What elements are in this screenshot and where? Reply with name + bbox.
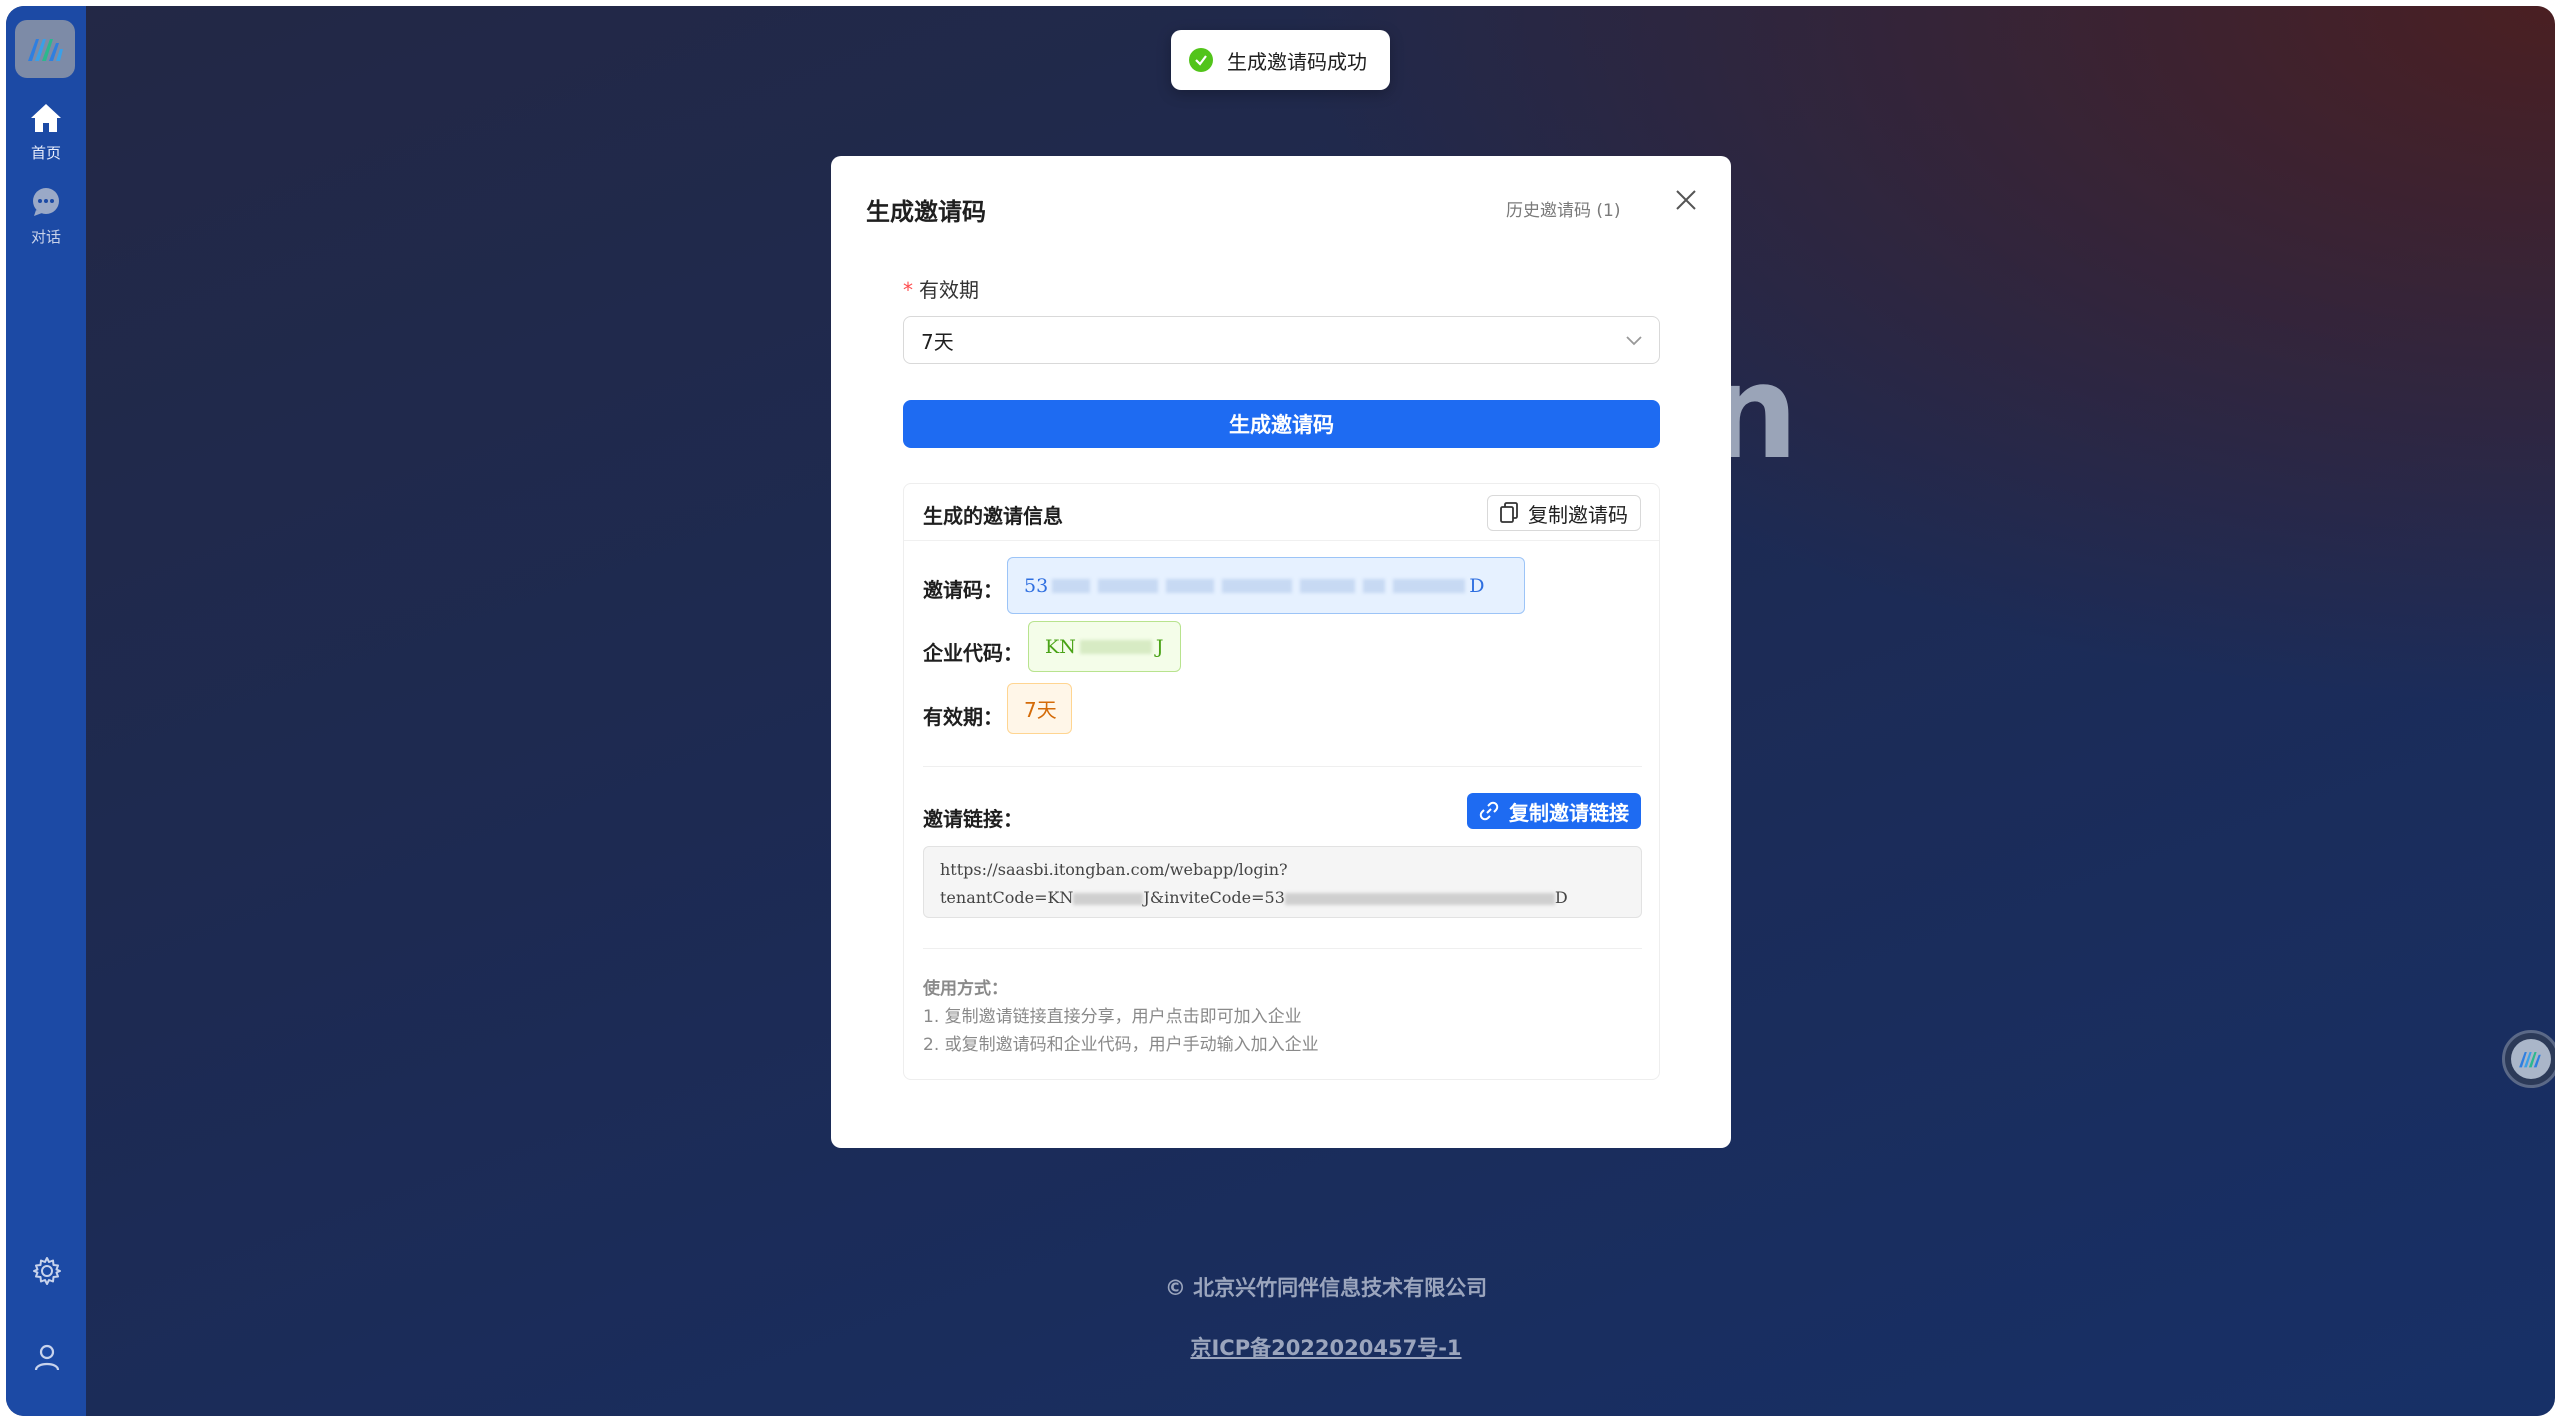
invite-code-label: 邀请码： bbox=[923, 578, 1003, 602]
generate-invite-button[interactable]: 生成邀请码 bbox=[903, 400, 1660, 448]
toast-message: 生成邀请码成功 bbox=[1227, 49, 1367, 74]
copy-invite-code-button[interactable]: 复制邀请码 bbox=[1487, 495, 1641, 531]
history-invite-link[interactable]: 历史邀请码 (1) bbox=[1506, 196, 1620, 221]
invite-info-card: 生成的邀请信息 复制邀请码 邀请码： 53 D 企业代码： KN J 有效期： … bbox=[903, 483, 1660, 1080]
divider bbox=[923, 948, 1642, 949]
chat-icon bbox=[33, 188, 59, 216]
invite-link-line-2: tenantCode=KN J&inviteCode=53 D bbox=[940, 888, 1568, 907]
invite-link-label: 邀请链接： bbox=[923, 807, 1023, 831]
card-title: 生成的邀请信息 bbox=[923, 504, 1063, 528]
copy-invite-link-label: 复制邀请链接 bbox=[1509, 800, 1629, 825]
footer-copyright: © 北京兴竹同伴信息技术有限公司 bbox=[1164, 1276, 1488, 1300]
enterprise-code-value[interactable]: KN J bbox=[1028, 621, 1181, 672]
validity-label: 有效期： bbox=[923, 705, 1003, 729]
close-icon bbox=[1676, 190, 1696, 210]
sidebar: 首页 对话 bbox=[6, 6, 86, 1416]
sidebar-item-label: 首页 bbox=[30, 144, 61, 162]
sidebar-item-label: 对话 bbox=[30, 228, 61, 246]
divider bbox=[923, 766, 1642, 767]
copy-icon bbox=[1500, 502, 1518, 523]
usage-line: 1. 复制邀请链接直接分享，用户点击即可加入企业 bbox=[923, 1007, 1302, 1027]
settings-icon[interactable] bbox=[32, 1256, 62, 1286]
footer-icp-link[interactable]: 京ICP备2022020457号-1 bbox=[1106, 1332, 1546, 1362]
app-logo[interactable] bbox=[15, 20, 75, 78]
generate-invite-modal: 生成邀请码 历史邀请码 (1) * 有效期 7天 生成邀请码 生成的邀请信息 复制… bbox=[831, 156, 1731, 1148]
enterprise-code-label: 企业代码： bbox=[923, 641, 1023, 665]
home-icon bbox=[31, 104, 61, 132]
invite-link-box[interactable]: https://saasbi.itongban.com/webapp/login… bbox=[923, 846, 1642, 918]
copy-invite-link-button[interactable]: 复制邀请链接 bbox=[1467, 793, 1641, 829]
required-mark: * bbox=[903, 278, 913, 302]
card-header: 生成的邀请信息 复制邀请码 bbox=[904, 484, 1659, 541]
validity-select[interactable]: 7天 bbox=[903, 316, 1660, 364]
link-icon bbox=[1479, 801, 1499, 821]
copy-invite-code-label: 复制邀请码 bbox=[1528, 502, 1628, 527]
invite-link-line-1: https://saasbi.itongban.com/webapp/login… bbox=[940, 860, 1288, 879]
validity-select-value: 7天 bbox=[921, 329, 954, 354]
close-button[interactable] bbox=[1672, 186, 1700, 214]
validity-field-label: * 有效期 bbox=[903, 278, 979, 302]
usage-line: 2. 或复制邀请码和企业代码，用户手动输入加入企业 bbox=[923, 1035, 1319, 1055]
logo-icon bbox=[28, 39, 63, 61]
sidebar-item-home[interactable]: 首页 bbox=[6, 102, 86, 163]
check-circle-icon bbox=[1189, 48, 1213, 72]
assistant-logo-icon bbox=[2519, 1052, 2541, 1068]
sidebar-item-chat[interactable]: 对话 bbox=[6, 186, 86, 247]
success-toast: 生成邀请码成功 bbox=[1171, 30, 1390, 90]
modal-title: 生成邀请码 bbox=[866, 198, 986, 226]
invite-code-value[interactable]: 53 D bbox=[1007, 557, 1525, 614]
usage-title: 使用方式： bbox=[923, 979, 1008, 999]
user-icon[interactable] bbox=[32, 1342, 62, 1372]
chevron-down-icon bbox=[1626, 336, 1642, 346]
floating-assistant-button[interactable] bbox=[2502, 1030, 2555, 1088]
validity-tag: 7天 bbox=[1007, 683, 1072, 734]
